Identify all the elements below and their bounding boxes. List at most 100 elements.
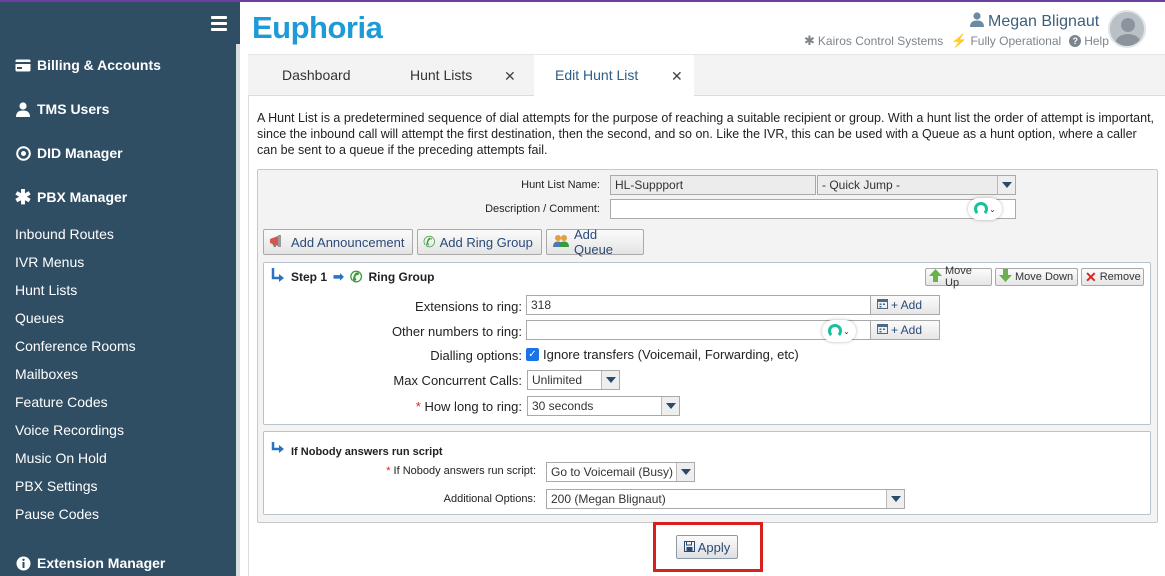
sidebar-section-label: Billing & Accounts <box>37 57 161 73</box>
hunt-list-name-input[interactable] <box>610 175 816 195</box>
tab-hunt-lists-close-icon[interactable]: ✕ <box>504 68 516 85</box>
step-1-header: Step 1 ➡ ✆ Ring Group <box>271 267 435 286</box>
checkbox-label: Ignore transfers (Voicemail, Forwarding,… <box>543 347 799 362</box>
sidebar-item-pause-codes[interactable]: Pause Codes <box>15 506 99 522</box>
lightning-icon: ⚡ <box>951 33 968 48</box>
extensions-input[interactable] <box>526 295 872 315</box>
add-queue-button[interactable]: Add Queue <box>546 227 644 257</box>
button-label: Remove <box>1099 271 1141 283</box>
no-answer-script-select[interactable]: Go to Voicemail (Busy) <box>546 462 695 482</box>
add-announcement-button[interactable]: Add Announcement <box>263 229 413 255</box>
sidebar-item-ivr-menus[interactable]: IVR Menus <box>15 254 84 270</box>
save-icon <box>683 540 695 555</box>
description-input[interactable] <box>610 199 1016 219</box>
button-label: Move Up <box>945 265 972 289</box>
checkbox-checked-icon: ✓ <box>526 348 539 361</box>
chevron-down-icon <box>661 397 679 415</box>
remove-button[interactable]: ✕ Remove <box>1081 268 1144 286</box>
select-value: 30 seconds <box>532 399 594 413</box>
add-ring-group-button[interactable]: ✆ Add Ring Group <box>417 229 542 255</box>
app-logo[interactable]: Euphoria <box>252 10 383 46</box>
required-marker: * <box>386 465 391 477</box>
add-other-number-button[interactable]: + Add <box>870 320 940 340</box>
sidebar-section-billing[interactable]: Billing & Accounts <box>15 57 161 73</box>
user-icon <box>970 12 984 32</box>
script-label: * If Nobody answers run script: <box>340 465 536 477</box>
sidebar-item-pbx-settings[interactable]: PBX Settings <box>15 478 98 494</box>
asterisk-icon: ✱ <box>14 186 32 209</box>
system-status-line: ✱ Kairos Control Systems ⚡ Fully Operation… <box>804 33 1109 49</box>
help-link[interactable]: ? Help <box>1069 34 1109 48</box>
description-label: Description / Comment: <box>485 203 600 215</box>
target-icon <box>15 145 31 161</box>
sidebar-item-conference-rooms[interactable]: Conference Rooms <box>15 338 136 354</box>
avatar[interactable] <box>1108 10 1146 48</box>
user-menu[interactable]: Megan Blignaut <box>970 12 1099 32</box>
additional-options-label: Additional Options: <box>443 493 536 505</box>
phone-ring-icon: ✆ <box>423 234 436 251</box>
question-icon: ? <box>1069 35 1082 47</box>
select-value: 200 (Megan Blignaut) <box>551 492 666 506</box>
max-concurrent-select[interactable]: Unlimited <box>527 370 620 390</box>
calendar-icon <box>877 298 888 312</box>
grammarly-icon[interactable]: ⌄ <box>822 320 856 342</box>
chevron-down-icon <box>676 463 694 481</box>
apply-button[interactable]: Apply <box>676 535 738 559</box>
intro-text: A Hunt List is a predetermined sequence … <box>257 111 1155 157</box>
user-name: Megan Blignaut <box>988 13 1100 30</box>
sidebar-item-feature-codes[interactable]: Feature Codes <box>15 394 108 410</box>
tab-dashboard[interactable]: Dashboard <box>282 55 351 97</box>
sidebar-section-tms-users[interactable]: TMS Users <box>15 101 109 117</box>
button-label: + Add <box>891 298 923 312</box>
menu-toggle-icon[interactable] <box>211 16 227 31</box>
move-up-button[interactable]: Move Up <box>925 265 992 289</box>
button-label: Add Announcement <box>291 234 405 250</box>
sidebar-section-pbx-manager[interactable]: ✱ PBX Manager <box>14 186 128 209</box>
chevron-down-icon <box>997 176 1015 194</box>
sidebar-item-inbound-routes[interactable]: Inbound Routes <box>15 226 114 242</box>
sidebar-item-hunt-lists[interactable]: Hunt Lists <box>15 282 77 298</box>
user-icon <box>15 101 31 117</box>
tab-label: Edit Hunt List <box>555 67 639 83</box>
button-label: + Add <box>891 323 923 337</box>
close-icon: ✕ <box>1085 268 1097 285</box>
ring-time-label: * How long to ring: <box>330 399 522 414</box>
megaphone-icon <box>269 234 287 251</box>
sidebar-section-label: Extension Manager <box>37 555 166 571</box>
move-down-button[interactable]: Move Down <box>995 268 1078 286</box>
sidebar-item-mailboxes[interactable]: Mailboxes <box>15 366 78 382</box>
sidebar-item-voice-recordings[interactable]: Voice Recordings <box>15 422 124 438</box>
sidebar-section-did-manager[interactable]: DID Manager <box>15 145 123 161</box>
sidebar-item-music-on-hold[interactable]: Music On Hold <box>15 450 107 466</box>
step-arrow-icon <box>271 441 285 458</box>
sidebar-scrollbar[interactable] <box>236 44 240 576</box>
add-extension-button[interactable]: + Add <box>870 295 940 315</box>
additional-options-select[interactable]: 200 (Megan Blignaut) <box>546 489 905 509</box>
step-label: Step 1 <box>291 269 328 284</box>
label-text: How long to ring: <box>424 399 522 414</box>
card-title: If Nobody answers run script <box>291 446 443 458</box>
ring-time-select[interactable]: 30 seconds <box>527 396 680 416</box>
ignore-transfers-checkbox[interactable]: ✓ Ignore transfers (Voicemail, Forwardin… <box>526 347 799 362</box>
quick-jump-select[interactable]: - Quick Jump - <box>817 175 1016 195</box>
sidebar-item-queues[interactable]: Queues <box>15 310 64 326</box>
button-label: Move Down <box>1015 271 1074 283</box>
other-numbers-input[interactable] <box>526 320 872 340</box>
calendar-icon <box>877 323 888 337</box>
sidebar-section-label: TMS Users <box>37 101 110 117</box>
tab-edit-hunt-list-close-icon[interactable]: ✕ <box>671 68 683 85</box>
queue-people-icon <box>552 234 570 251</box>
arrow-down-icon <box>999 269 1012 285</box>
tab-edit-hunt-list[interactable]: Edit Hunt List <box>534 55 694 97</box>
tab-hunt-lists[interactable]: Hunt Lists <box>410 55 472 97</box>
button-label: Add Ring Group <box>439 234 533 250</box>
select-value: Unlimited <box>532 373 583 387</box>
step-arrow-icon <box>271 267 285 286</box>
chevron-down-icon <box>601 371 619 389</box>
select-value: Go to Voicemail (Busy) <box>551 465 674 479</box>
sidebar-section-extension-manager[interactable]: Extension Manager <box>15 555 165 571</box>
arrow-up-icon <box>929 269 942 285</box>
other-numbers-label: Other numbers to ring: <box>391 324 522 339</box>
grammarly-icon[interactable]: ⌄ <box>968 198 1002 220</box>
arrow-right-icon: ➡ <box>333 268 344 284</box>
